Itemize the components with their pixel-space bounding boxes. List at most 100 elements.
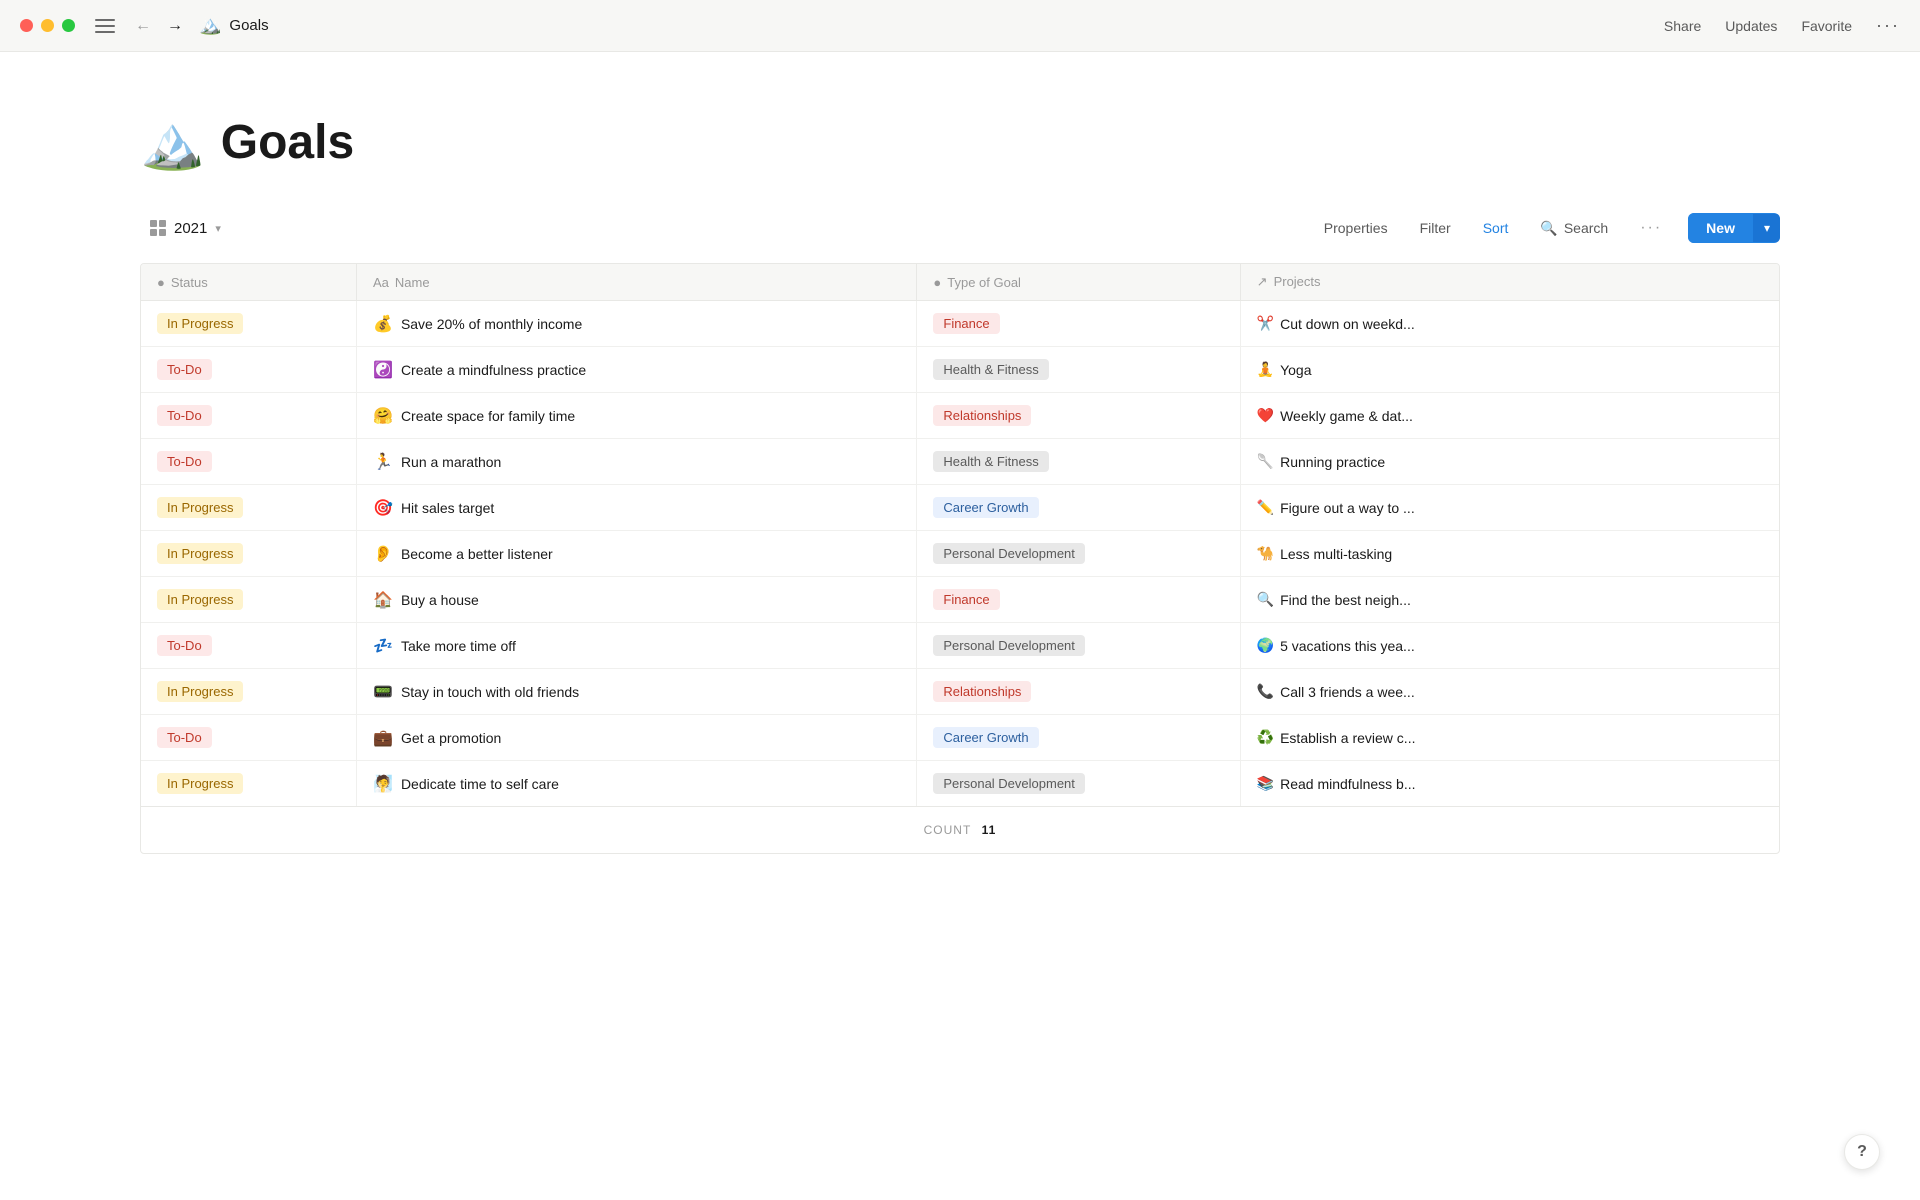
name-cell: 👂 Become a better listener — [357, 531, 917, 577]
project-cell: ❤️ Weekly game & dat... — [1240, 393, 1779, 439]
status-badge: To-Do — [157, 727, 212, 748]
name-cell: 🏠 Buy a house — [357, 577, 917, 623]
table-row[interactable]: To-Do 🏃 Run a marathon Health & Fitness … — [141, 439, 1779, 485]
project-name: 🥄 Running practice — [1257, 453, 1763, 470]
goal-type-cell: Career Growth — [917, 715, 1240, 761]
goal-name: 💤 Take more time off — [373, 636, 900, 656]
goal-title: Create space for family time — [401, 408, 575, 424]
project-name: 🧘 Yoga — [1257, 361, 1763, 378]
goal-type-badge: Career Growth — [933, 727, 1038, 748]
status-cell: In Progress — [141, 301, 357, 347]
properties-button[interactable]: Properties — [1310, 214, 1402, 242]
page-icon-large: 🏔️ — [140, 112, 205, 173]
project-emoji: 🔍 — [1257, 591, 1274, 608]
project-cell: 📚 Read mindfulness b... — [1240, 761, 1779, 807]
search-button[interactable]: 🔍 Search — [1526, 214, 1622, 243]
column-header-name[interactable]: AaName — [357, 264, 917, 301]
name-cell: ☯️ Create a mindfulness practice — [357, 347, 917, 393]
table-row[interactable]: In Progress 🎯 Hit sales target Career Gr… — [141, 485, 1779, 531]
page-icon-small: 🏔️ — [199, 15, 221, 36]
goal-name: 🤗 Create space for family time — [373, 406, 900, 426]
view-selector[interactable]: 2021 ▾ — [140, 216, 231, 241]
favorite-button[interactable]: Favorite — [1801, 18, 1852, 34]
traffic-lights — [20, 19, 75, 32]
more-options-button[interactable]: ··· — [1876, 15, 1900, 36]
minimize-button[interactable] — [41, 19, 54, 32]
page-title: Goals — [221, 115, 354, 170]
table-row[interactable]: To-Do ☯️ Create a mindfulness practice H… — [141, 347, 1779, 393]
sort-button[interactable]: Sort — [1469, 214, 1523, 242]
back-button[interactable]: ← — [131, 13, 155, 39]
project-emoji: 🌍 — [1257, 637, 1274, 654]
project-name: 📚 Read mindfulness b... — [1257, 775, 1763, 792]
project-title: Cut down on weekd... — [1280, 316, 1415, 332]
table-row[interactable]: To-Do 💤 Take more time off Personal Deve… — [141, 623, 1779, 669]
goal-type-cell: Health & Fitness — [917, 439, 1240, 485]
column-header-status[interactable]: ●Status — [141, 264, 357, 301]
goal-type-badge: Career Growth — [933, 497, 1038, 518]
name-cell: 🎯 Hit sales target — [357, 485, 917, 531]
goal-type-cell: Finance — [917, 577, 1240, 623]
status-cell: To-Do — [141, 715, 357, 761]
new-button-chevron[interactable]: ▾ — [1753, 214, 1780, 242]
filter-button[interactable]: Filter — [1406, 214, 1465, 242]
project-title: Find the best neigh... — [1280, 592, 1411, 608]
project-cell: 🧘 Yoga — [1240, 347, 1779, 393]
status-badge: In Progress — [157, 681, 243, 702]
column-header-goal-type[interactable]: ●Type of Goal — [917, 264, 1240, 301]
name-cell: 🧖 Dedicate time to self care — [357, 761, 917, 807]
status-col-icon: ● — [157, 275, 165, 290]
goal-title: Buy a house — [401, 592, 479, 608]
title-bar: ← → 🏔️ Goals Share Updates Favorite ··· — [0, 0, 1920, 52]
table-row[interactable]: In Progress 💰 Save 20% of monthly income… — [141, 301, 1779, 347]
goal-name: 👂 Become a better listener — [373, 544, 900, 564]
status-cell: To-Do — [141, 623, 357, 669]
goal-type-cell: Career Growth — [917, 485, 1240, 531]
forward-button[interactable]: → — [163, 13, 187, 39]
goal-title: Take more time off — [401, 638, 516, 654]
toolbar-more-button[interactable]: ··· — [1626, 213, 1676, 243]
project-title: Yoga — [1280, 362, 1311, 378]
column-header-projects[interactable]: ↗Projects — [1240, 264, 1779, 301]
projects-col-icon: ↗ — [1257, 274, 1268, 289]
goal-emoji: 📟 — [373, 682, 393, 702]
new-button-group: New ▾ — [1688, 213, 1780, 243]
chevron-down-icon: ▾ — [215, 222, 221, 235]
updates-button[interactable]: Updates — [1725, 18, 1777, 34]
project-cell: 🔍 Find the best neigh... — [1240, 577, 1779, 623]
project-name: ✏️ Figure out a way to ... — [1257, 499, 1763, 516]
new-button[interactable]: New — [1688, 213, 1753, 243]
goal-type-cell: Personal Development — [917, 531, 1240, 577]
search-icon: 🔍 — [1540, 220, 1557, 237]
sidebar-toggle[interactable] — [95, 19, 115, 33]
project-title: Call 3 friends a wee... — [1280, 684, 1415, 700]
goal-name: 💼 Get a promotion — [373, 728, 900, 748]
share-button[interactable]: Share — [1664, 18, 1701, 34]
close-button[interactable] — [20, 19, 33, 32]
project-emoji: ✂️ — [1257, 315, 1274, 332]
status-cell: In Progress — [141, 531, 357, 577]
name-cell: 🏃 Run a marathon — [357, 439, 917, 485]
goal-emoji: 🎯 — [373, 498, 393, 518]
project-cell: 🐪 Less multi-tasking — [1240, 531, 1779, 577]
goal-type-cell: Health & Fitness — [917, 347, 1240, 393]
status-badge: To-Do — [157, 359, 212, 380]
goal-type-badge: Health & Fitness — [933, 359, 1048, 380]
goal-emoji: 💰 — [373, 314, 393, 334]
table-row[interactable]: To-Do 🤗 Create space for family time Rel… — [141, 393, 1779, 439]
goal-type-cell: Personal Development — [917, 623, 1240, 669]
project-cell: 🥄 Running practice — [1240, 439, 1779, 485]
help-button[interactable]: ? — [1844, 1134, 1880, 1170]
fullscreen-button[interactable] — [62, 19, 75, 32]
goal-type-badge: Relationships — [933, 681, 1031, 702]
goal-type-cell: Relationships — [917, 393, 1240, 439]
table-row[interactable]: In Progress 🏠 Buy a house Finance 🔍 Find… — [141, 577, 1779, 623]
table-row[interactable]: In Progress 📟 Stay in touch with old fri… — [141, 669, 1779, 715]
table-row[interactable]: In Progress 👂 Become a better listener P… — [141, 531, 1779, 577]
goals-table: ●Status AaName ●Type of Goal ↗Projects I… — [140, 263, 1780, 854]
nav-arrows: ← → — [131, 13, 187, 39]
table-row[interactable]: To-Do 💼 Get a promotion Career Growth ♻️… — [141, 715, 1779, 761]
project-cell: ✂️ Cut down on weekd... — [1240, 301, 1779, 347]
table-row[interactable]: In Progress 🧖 Dedicate time to self care… — [141, 761, 1779, 807]
goal-name: 🧖 Dedicate time to self care — [373, 774, 900, 794]
